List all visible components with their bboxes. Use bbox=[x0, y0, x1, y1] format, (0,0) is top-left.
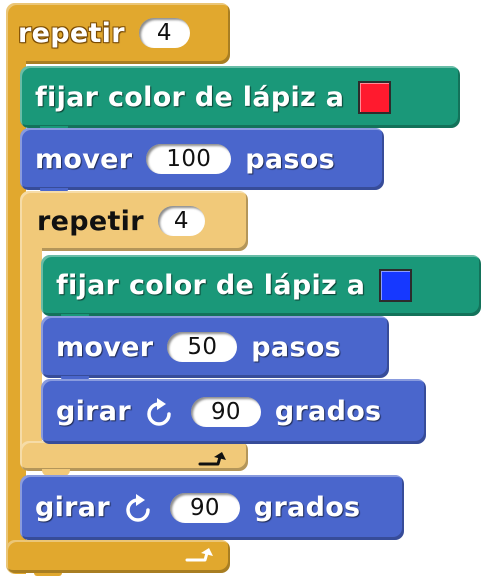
set-pen-color-block-red[interactable]: fijar color de lápiz a bbox=[20, 66, 460, 133]
outer-repeat-header: repetir 4 bbox=[6, 3, 204, 63]
inner-repeat-count-input[interactable]: 4 bbox=[157, 206, 205, 236]
inner-repeat-label: repetir bbox=[37, 205, 144, 237]
loop-arrow-icon bbox=[198, 452, 226, 466]
set-pen-color-label: fijar color de lápiz a bbox=[35, 81, 345, 113]
steps-label: pasos bbox=[251, 331, 342, 363]
inner-repeat-arm bbox=[20, 230, 42, 468]
move-steps-input[interactable]: 100 bbox=[146, 144, 232, 174]
set-pen-color-row: fijar color de lápiz a bbox=[41, 255, 426, 316]
turn-degrees-input[interactable]: 90 bbox=[190, 396, 261, 427]
move-block-50[interactable]: mover 50 pasos bbox=[41, 316, 389, 383]
turn-block-inner[interactable]: girar 90 grados bbox=[41, 379, 426, 444]
degrees-label: grados bbox=[274, 396, 382, 427]
turn-label: girar bbox=[35, 492, 110, 523]
turn-row: girar 90 grados bbox=[20, 475, 374, 540]
turn-block-outer[interactable]: girar 90 grados bbox=[20, 475, 404, 540]
set-pen-color-row: fijar color de lápiz a bbox=[20, 66, 405, 128]
turn-row: girar 90 grados bbox=[41, 379, 395, 444]
move-label: mover bbox=[35, 143, 133, 175]
inner-repeat-header: repetir 4 bbox=[20, 191, 219, 251]
move-steps-input[interactable]: 50 bbox=[167, 332, 238, 362]
degrees-label: grados bbox=[253, 492, 361, 523]
outer-repeat-count-input[interactable]: 4 bbox=[138, 18, 190, 48]
steps-label: pasos bbox=[245, 143, 335, 175]
turn-label: girar bbox=[56, 396, 131, 427]
set-pen-color-label: fijar color de lápiz a bbox=[56, 270, 366, 301]
move-row: mover 100 pasos bbox=[20, 128, 349, 190]
move-block-100[interactable]: mover 100 pasos bbox=[20, 128, 384, 195]
turn-degrees-input[interactable]: 90 bbox=[169, 492, 240, 523]
pen-color-swatch-blue[interactable] bbox=[379, 269, 413, 302]
move-label: mover bbox=[56, 331, 154, 363]
pen-color-swatch-red[interactable] bbox=[358, 80, 392, 114]
rotate-clockwise-icon bbox=[126, 493, 150, 522]
move-row: mover 50 pasos bbox=[41, 316, 355, 378]
rotate-clockwise-icon bbox=[147, 397, 171, 426]
outer-repeat-label: repetir bbox=[18, 17, 125, 49]
loop-arrow-icon bbox=[185, 548, 213, 562]
set-pen-color-block-blue[interactable]: fijar color de lápiz a bbox=[41, 255, 481, 321]
